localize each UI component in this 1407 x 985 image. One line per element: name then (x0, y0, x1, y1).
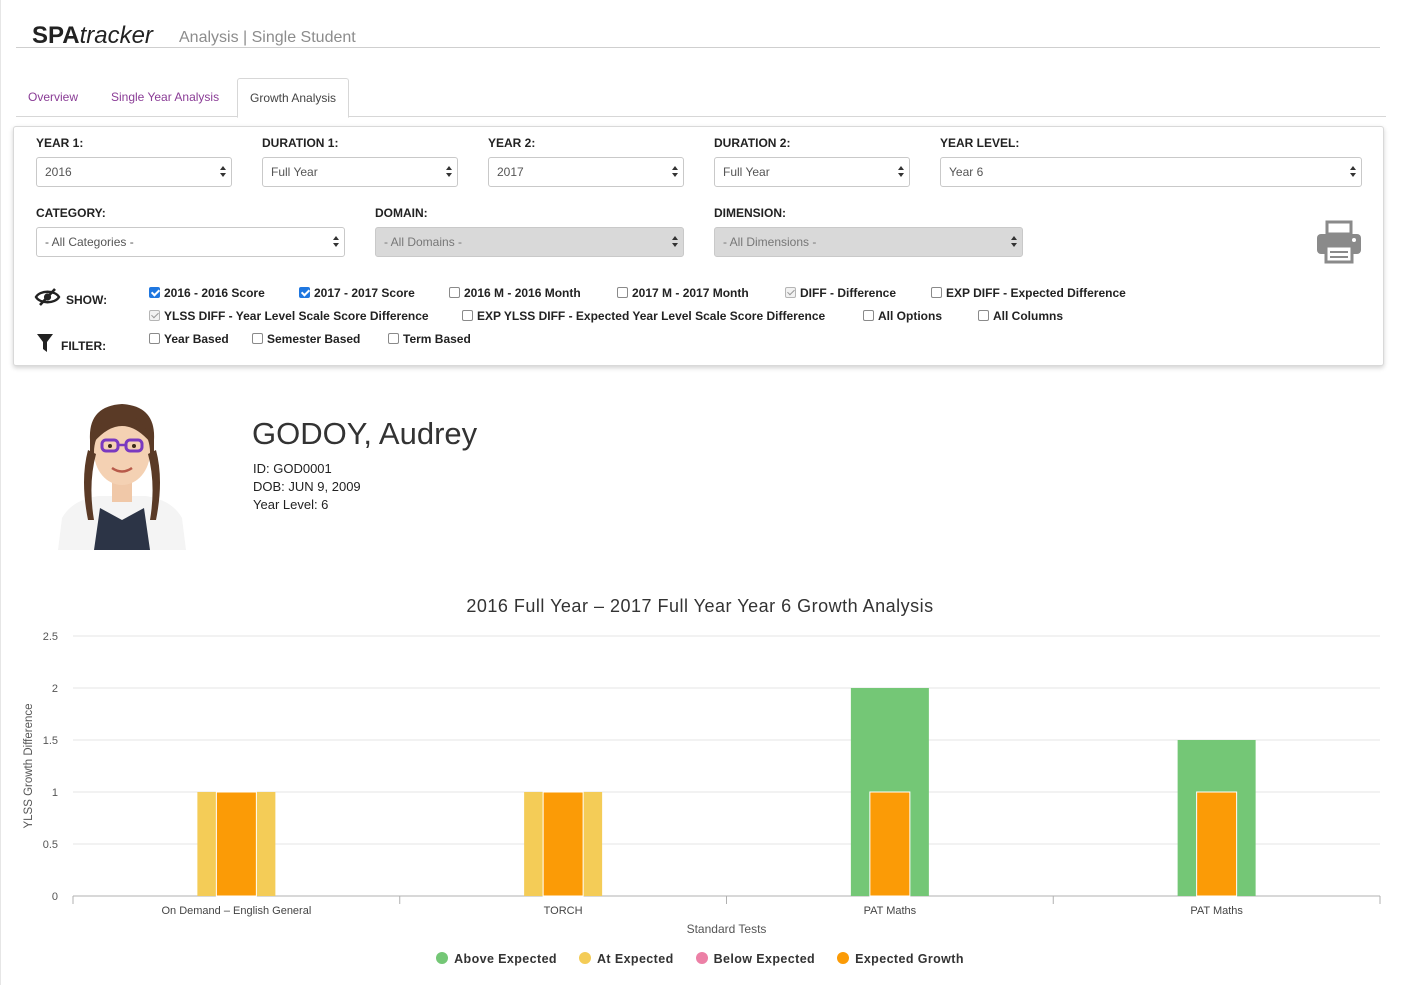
year-level-label: YEAR LEVEL: (940, 136, 1020, 150)
x-tick-label: On Demand – English General (161, 905, 311, 917)
checkbox-icon (462, 310, 473, 321)
y-tick-label: 1.5 (43, 735, 58, 747)
select-arrows-icon (220, 166, 227, 178)
y-axis-title: YLSS Growth Difference (23, 703, 35, 828)
year2-select[interactable]: 2017 (488, 157, 684, 187)
select-arrows-icon (446, 166, 453, 178)
legend-item[interactable]: Expected Growth (837, 952, 964, 966)
year-level-select[interactable]: Year 6 (940, 157, 1362, 187)
checkbox-icon (388, 333, 399, 344)
duration2-select[interactable]: Full Year (714, 157, 910, 187)
show-option-2017-score[interactable]: 2017 - 2017 Score (299, 286, 415, 300)
dimension-label: DIMENSION: (714, 206, 786, 220)
show-option-all-columns[interactable]: All Columns (978, 309, 1063, 323)
app-logo[interactable]: SPAtracker (32, 22, 153, 50)
year2-label: YEAR 2: (488, 136, 536, 150)
filter-option-term-based[interactable]: Term Based (388, 332, 471, 346)
page-subtitle: Analysis | Single Student (179, 29, 356, 46)
student-avatar (58, 404, 186, 550)
filter-option-year-based[interactable]: Year Based (149, 332, 229, 346)
show-option-all-options[interactable]: All Options (863, 309, 942, 323)
domain-select[interactable]: - All Domains - (375, 227, 684, 257)
checkbox-icon (617, 287, 628, 298)
checkbox-disabled-checked-icon (149, 310, 160, 321)
select-arrows-icon (1350, 166, 1357, 178)
filter-label: FILTER: (61, 339, 107, 353)
bar-expected-growth (1196, 791, 1238, 897)
legend-dot-icon (695, 952, 708, 964)
show-option-2017-month[interactable]: 2017 M - 2017 Month (617, 286, 749, 300)
tab-bar: Overview Single Year Analysis Growth Ana… (16, 78, 1386, 118)
y-tick-label: 1 (52, 787, 58, 799)
select-arrows-icon (672, 166, 679, 178)
legend-label: Above Expected (454, 952, 557, 966)
legend-item[interactable]: Above Expected (436, 952, 557, 966)
legend-item[interactable]: At Expected (578, 952, 674, 966)
checkbox-icon (449, 287, 460, 298)
duration1-select[interactable]: Full Year (262, 157, 458, 187)
student-id: ID: GOD0001 (253, 461, 332, 476)
year1-select[interactable]: 2016 (36, 157, 232, 187)
select-arrows-icon (1011, 236, 1018, 248)
select-arrows-icon (898, 166, 905, 178)
student-year-level: Year Level: 6 (253, 497, 329, 512)
tab-overview[interactable]: Overview (16, 78, 90, 117)
x-tick-label: PAT Maths (864, 905, 917, 917)
show-option-ylss-diff[interactable]: YLSS DIFF - Year Level Scale Score Diffe… (149, 309, 429, 323)
printer-icon[interactable] (1315, 220, 1363, 264)
x-tick-label: TORCH (544, 905, 583, 917)
y-tick-label: 0.5 (43, 839, 58, 851)
dimension-select[interactable]: - All Dimensions - (714, 227, 1023, 257)
legend-item[interactable]: Below Expected (695, 952, 816, 966)
checkbox-checked-icon (149, 287, 160, 298)
checkbox-icon (978, 310, 989, 321)
legend-dot-icon (436, 952, 449, 964)
growth-chart: 2016 Full Year – 2017 Full Year Year 6 G… (0, 580, 1407, 985)
tab-single-year-analysis[interactable]: Single Year Analysis (99, 78, 231, 117)
app-header: SPAtracker Analysis | Single Student (16, 10, 1380, 50)
chart-legend: Above Expected At Expected Below Expected E… (0, 952, 1400, 966)
legend-label: Expected Growth (855, 952, 964, 966)
show-option-2016-month[interactable]: 2016 M - 2016 Month (449, 286, 581, 300)
show-option-2016-score[interactable]: 2016 - 2016 Score (149, 286, 265, 300)
show-option-exp-diff[interactable]: EXP DIFF - Expected Difference (931, 286, 1126, 300)
x-axis-title: Standard Tests (687, 922, 767, 936)
student-name: GODOY, Audrey (252, 416, 478, 451)
checkbox-icon (931, 287, 942, 298)
student-dob: DOB: JUN 9, 2009 (253, 479, 361, 494)
legend-label: Below Expected (713, 952, 816, 966)
duration2-label: DURATION 2: (714, 136, 791, 150)
filter-option-semester-based[interactable]: Semester Based (252, 332, 360, 346)
x-tick-label: PAT Maths (1190, 905, 1243, 917)
bar-expected-growth (542, 791, 584, 897)
select-arrows-icon (333, 236, 340, 248)
filter-panel: YEAR 1: 2016 DURATION 1: Full Year YEAR … (13, 126, 1384, 366)
year1-label: YEAR 1: (36, 136, 84, 150)
y-tick-label: 0 (52, 891, 58, 903)
chart-plot: 0 0.5 1 1.5 2 2.5 On Demand – English General T… (23, 631, 1381, 936)
tab-growth-analysis[interactable]: Growth Analysis (237, 78, 350, 118)
checkbox-icon (149, 333, 160, 344)
category-select[interactable]: - All Categories - (36, 227, 345, 257)
show-option-diff[interactable]: DIFF - Difference (785, 286, 896, 300)
show-label: SHOW: (66, 293, 108, 307)
select-arrows-icon (672, 236, 679, 248)
checkbox-icon (252, 333, 263, 344)
checkbox-disabled-checked-icon (785, 287, 796, 298)
checkbox-icon (863, 310, 874, 321)
y-tick-label: 2.5 (43, 631, 58, 643)
eye-slash-icon (34, 288, 61, 306)
y-tick-label: 2 (52, 683, 58, 695)
funnel-icon (37, 334, 53, 352)
duration1-label: DURATION 1: (262, 136, 339, 150)
bar-expected-growth (215, 791, 257, 897)
domain-label: DOMAIN: (375, 206, 428, 220)
legend-label: At Expected (596, 952, 674, 966)
legend-dot-icon (837, 952, 850, 964)
show-option-exp-ylss-diff[interactable]: EXP YLSS DIFF - Expected Year Level Scal… (462, 309, 825, 323)
checkbox-checked-icon (299, 287, 310, 298)
category-label: CATEGORY: (36, 206, 106, 220)
bar-expected-growth (869, 791, 911, 897)
legend-dot-icon (578, 952, 591, 964)
